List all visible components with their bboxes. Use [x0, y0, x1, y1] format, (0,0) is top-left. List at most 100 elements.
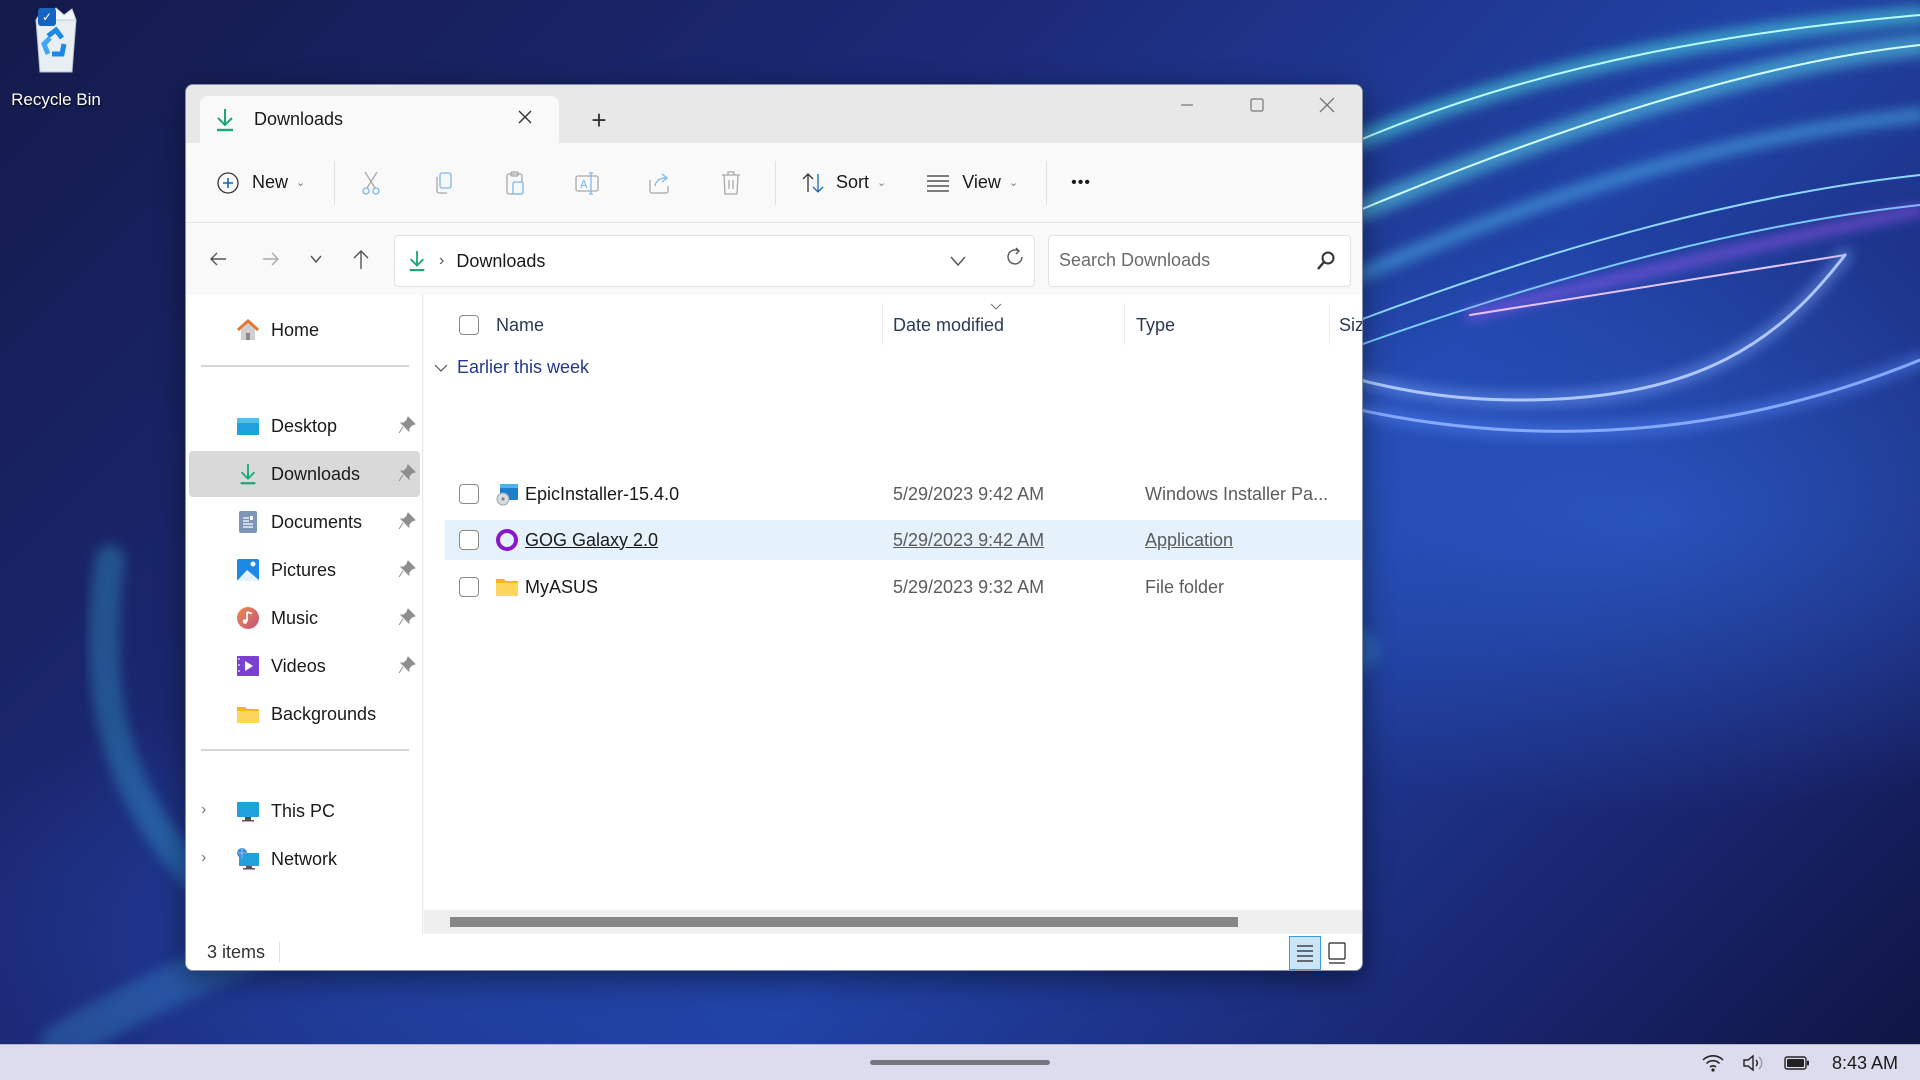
documents-icon	[239, 511, 257, 533]
scrollbar-thumb[interactable]	[450, 917, 1238, 927]
breadcrumb-downloads[interactable]: Downloads	[456, 251, 545, 272]
row-checkbox[interactable]	[459, 484, 479, 504]
sidebar-item-home[interactable]: Home	[189, 307, 420, 353]
file-row[interactable]: MyASUS 5/29/2023 9:32 AM File folder	[445, 567, 1362, 607]
sidebar-item-desktop[interactable]: Desktop	[189, 403, 420, 449]
taskbar: 8:43 AM	[0, 1044, 1920, 1080]
pin-icon[interactable]	[398, 608, 416, 626]
address-history-dropdown[interactable]	[948, 251, 968, 276]
arrow-up-icon	[353, 250, 369, 269]
share-button[interactable]	[623, 163, 695, 203]
copy-button[interactable]	[407, 163, 479, 203]
row-checkbox[interactable]	[459, 577, 479, 597]
sort-label: Sort	[836, 172, 870, 192]
maximize-button[interactable]	[1222, 85, 1292, 125]
minimize-button[interactable]	[1152, 85, 1222, 125]
column-header-date-modified[interactable]: Date modified	[893, 303, 1004, 347]
selection-checkbox[interactable]: ✓	[38, 8, 56, 26]
desktop-icon-recycle-bin[interactable]: ✓ Recycle Bin	[8, 6, 104, 110]
search-icon[interactable]	[1316, 250, 1336, 277]
wifi-icon[interactable]	[1702, 1054, 1724, 1072]
chevron-right-icon[interactable]: ›	[201, 849, 206, 867]
column-header-type[interactable]: Type	[1136, 303, 1175, 347]
pin-icon[interactable]	[398, 656, 416, 674]
new-button[interactable]: New ⌄	[216, 163, 324, 203]
file-row[interactable]: EpicInstaller-15.4.0 5/29/2023 9:42 AM W…	[445, 474, 1362, 514]
more-options-button[interactable]: •••	[1071, 163, 1091, 203]
sidebar-item-backgrounds[interactable]: Backgrounds	[189, 691, 420, 737]
sidebar-item-label: Pictures	[271, 559, 337, 580]
download-icon	[217, 108, 233, 131]
tab-close-icon[interactable]	[513, 106, 537, 130]
chevron-down-icon: ⌄	[296, 177, 306, 189]
sidebar-item-label: This PC	[271, 800, 336, 821]
pin-icon[interactable]	[398, 560, 416, 578]
horizontal-scrollbar[interactable]	[424, 910, 1362, 934]
new-tab-button[interactable]: +	[584, 105, 614, 135]
view-list-icon	[927, 174, 950, 192]
item-count: 3 items	[207, 942, 266, 962]
column-divider[interactable]	[882, 303, 883, 345]
column-divider[interactable]	[1124, 303, 1125, 345]
cut-button[interactable]	[335, 163, 407, 203]
sidebar-divider	[201, 749, 409, 751]
music-icon	[237, 607, 259, 629]
file-row[interactable]: GOG Galaxy 2.0 5/29/2023 9:42 AM Applica…	[445, 520, 1362, 560]
forward-button[interactable]	[253, 241, 289, 277]
column-header-name[interactable]: Name	[496, 303, 544, 347]
taskbar-handle[interactable]	[870, 1060, 1050, 1065]
column-divider[interactable]	[1329, 303, 1330, 345]
sidebar-divider	[201, 365, 409, 367]
sidebar-item-downloads[interactable]: Downloads	[189, 451, 420, 497]
back-button[interactable]	[200, 241, 236, 277]
pin-icon[interactable]	[398, 464, 416, 482]
details-view-button[interactable]	[1289, 936, 1321, 970]
checkbox[interactable]	[459, 315, 479, 335]
status-bar: 3 items	[186, 934, 1362, 970]
chevron-down-icon: ⌄	[877, 177, 887, 189]
rename-button[interactable]: A	[551, 163, 623, 203]
videos-icon	[237, 656, 259, 676]
view-label: View	[962, 172, 1001, 192]
select-all-checkbox[interactable]	[459, 303, 479, 347]
search-box[interactable]	[1048, 235, 1351, 287]
sort-button[interactable]: Sort ⌄	[800, 163, 886, 203]
sidebar-item-this-pc[interactable]: › This PC	[189, 788, 420, 834]
sidebar-item-videos[interactable]: Videos	[189, 643, 420, 689]
recent-locations-button[interactable]	[298, 241, 334, 277]
paste-button[interactable]	[479, 163, 551, 203]
desktop-icon-label: Recycle Bin	[11, 90, 101, 109]
column-header-size[interactable]: Size	[1339, 303, 1362, 347]
sidebar-item-documents[interactable]: Documents	[189, 499, 420, 545]
tab-downloads[interactable]: Downloads	[200, 96, 559, 143]
file-type: Application	[1145, 529, 1234, 550]
file-list: Name Date modified Type Size Earlier thi…	[424, 295, 1362, 934]
chevron-right-icon[interactable]: ›	[201, 801, 206, 819]
close-button[interactable]	[1292, 85, 1362, 125]
title-bar[interactable]: Downloads +	[186, 85, 1362, 143]
toolbar-divider	[1046, 160, 1048, 205]
file-type: Windows Installer Pa...	[1145, 483, 1329, 504]
refresh-button[interactable]	[997, 239, 1033, 275]
file-date: 5/29/2023 9:32 AM	[893, 576, 1045, 597]
pin-icon[interactable]	[398, 512, 416, 530]
sidebar-item-network[interactable]: › Network	[189, 836, 420, 882]
sidebar-item-music[interactable]: Music	[189, 595, 420, 641]
sidebar-item-label: Home	[271, 319, 320, 340]
taskbar-clock[interactable]: 8:43 AM	[1832, 1053, 1898, 1074]
address-bar[interactable]: › Downloads	[394, 235, 1035, 287]
group-header[interactable]: Earlier this week	[434, 357, 589, 378]
view-button[interactable]: View ⌄	[926, 163, 1018, 203]
battery-icon[interactable]	[1784, 1056, 1810, 1070]
file-explorer-window: Downloads + New ⌄ A Sort ⌄ View ⌄ ••• › …	[185, 84, 1363, 971]
volume-icon[interactable]	[1742, 1053, 1766, 1073]
search-input[interactable]	[1059, 250, 1299, 271]
pin-icon[interactable]	[398, 416, 416, 434]
delete-button[interactable]	[695, 163, 767, 203]
large-icons-view-button[interactable]	[1321, 936, 1353, 970]
sidebar-item-label: Network	[271, 848, 338, 869]
up-button[interactable]	[343, 241, 379, 277]
folder-icon	[237, 707, 259, 723]
sidebar-item-pictures[interactable]: Pictures	[189, 547, 420, 593]
row-checkbox[interactable]	[459, 530, 479, 550]
